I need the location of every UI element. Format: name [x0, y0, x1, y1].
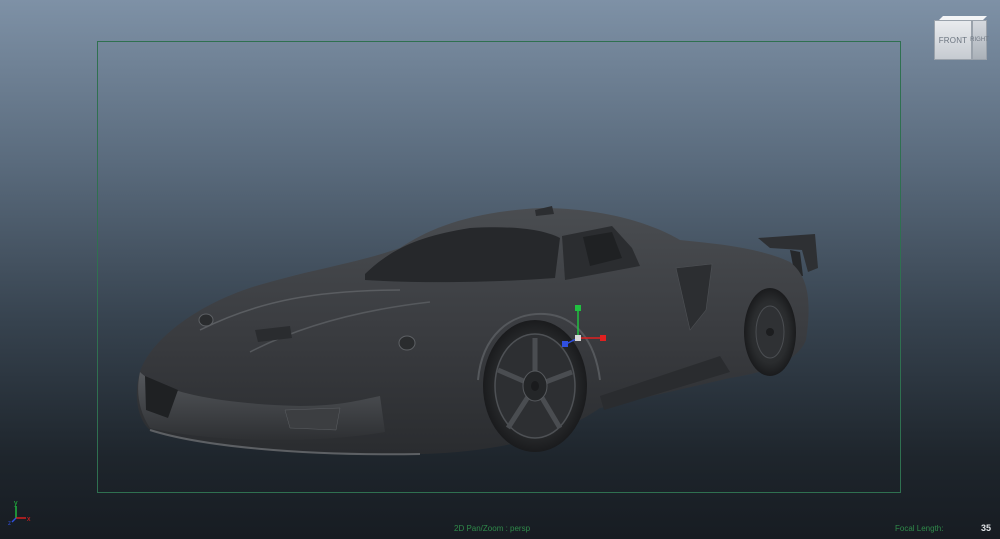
- front-mesh: [284, 407, 341, 431]
- axis-indicator-icon: y x z: [8, 500, 31, 526]
- front-hub-center: [531, 381, 539, 391]
- headlight-right: [398, 335, 416, 351]
- headlight-left: [198, 313, 214, 327]
- focal-length-value: 35: [981, 523, 992, 533]
- windshield: [365, 227, 560, 283]
- camera-label: 2D Pan/Zoom : persp: [454, 524, 531, 533]
- rear-hub: [766, 328, 774, 336]
- car-model[interactable]: [0, 0, 1000, 539]
- maya-viewport[interactable]: FRONT RIGHT y x z 2D Pan/Zoom: persp Fo…: [0, 0, 1000, 539]
- focal-length-label: Focal Length:: [895, 524, 944, 533]
- axis-x-label: x: [27, 516, 31, 523]
- axis-z-label: z: [8, 521, 11, 526]
- axis-y-label: y: [14, 500, 18, 507]
